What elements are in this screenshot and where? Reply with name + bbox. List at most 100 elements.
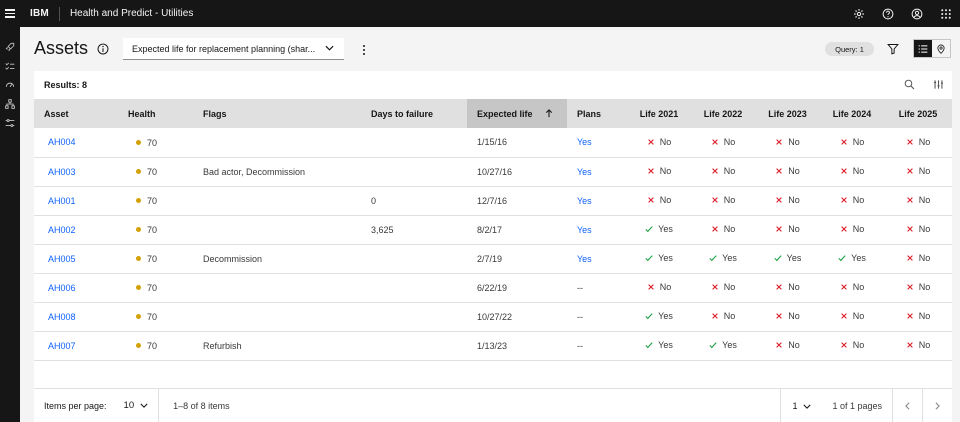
column-header[interactable]: Expected life xyxy=(467,99,567,128)
life-status: No xyxy=(711,195,735,205)
column-header[interactable]: Asset xyxy=(34,99,118,128)
close-icon xyxy=(906,168,913,174)
help-button[interactable] xyxy=(873,0,902,27)
plans-value[interactable]: Yes xyxy=(577,225,592,235)
life-status: No xyxy=(775,340,800,350)
plans-value[interactable]: Yes xyxy=(577,254,592,264)
sliders-icon[interactable] xyxy=(4,117,15,128)
life-status-label: No xyxy=(788,282,800,292)
items-per-page-label: Items per page: xyxy=(44,400,107,411)
asset-link[interactable]: AH007 xyxy=(44,341,76,351)
saved-view-dropdown[interactable]: Expected life for replacement planning (… xyxy=(123,38,344,60)
close-icon xyxy=(776,168,783,174)
life-status-label: No xyxy=(659,282,672,292)
close-icon xyxy=(840,138,847,145)
asset-link[interactable]: AH002 xyxy=(44,225,76,235)
life-status-label: No xyxy=(852,311,865,321)
plans-value[interactable]: Yes xyxy=(577,137,592,147)
brand-name[interactable]: IBM xyxy=(30,8,49,19)
assets-table-card: Results: 8 Asset Health Flags Days to failu… xyxy=(34,71,952,422)
life-status: No xyxy=(711,282,736,292)
table-row[interactable]: AH003 70 Bad actor, Decommission 10/27/16 Ye… xyxy=(34,157,952,187)
asset-link[interactable]: AH001 xyxy=(44,196,76,206)
close-icon xyxy=(840,226,847,232)
close-icon xyxy=(840,342,847,348)
asset-link[interactable]: AH005 xyxy=(44,254,76,264)
table-row[interactable]: AH007 70 Refurbish 1/13/23 -- Yes Yes No No No xyxy=(34,331,952,361)
overflow-menu-button[interactable] xyxy=(356,43,372,57)
previous-page-button[interactable] xyxy=(892,389,922,422)
life-status-label: No xyxy=(918,166,931,176)
sort-ascending-icon[interactable] xyxy=(545,109,553,118)
days-to-failure-cell: 3,625 xyxy=(361,215,467,245)
health-status-dot-icon xyxy=(136,314,141,320)
column-header[interactable]: Plans xyxy=(567,99,627,128)
life-status-label: No xyxy=(723,282,736,292)
column-header[interactable]: Life 2023 xyxy=(755,99,820,128)
results-count: Results: 8 xyxy=(44,80,88,90)
list-view-button[interactable] xyxy=(914,40,932,57)
life-status-label: Yes xyxy=(851,253,866,263)
location-pin-icon xyxy=(937,44,945,54)
settings-button[interactable] xyxy=(844,0,873,27)
column-header[interactable]: Days to failure xyxy=(361,99,467,128)
table-row[interactable]: AH004 70 1/15/16 Yes No No No No No xyxy=(34,128,952,158)
hamburger-menu-icon[interactable] xyxy=(0,0,20,27)
expected-life-cell: 1/15/16 xyxy=(467,128,567,158)
hierarchy-icon[interactable] xyxy=(4,98,15,109)
info-icon[interactable] xyxy=(97,43,109,55)
plans-value[interactable]: Yes xyxy=(577,167,592,177)
checklist-icon[interactable] xyxy=(4,60,15,71)
life-status-label: No xyxy=(918,282,931,292)
page-number-select[interactable]: 1 xyxy=(780,389,822,422)
chevron-down-icon xyxy=(325,45,334,51)
table-row[interactable]: AH002 70 3,625 8/2/17 Yes Yes No No No No xyxy=(34,215,952,245)
app-title: Health and Predict - Utilities xyxy=(69,8,194,19)
search-icon[interactable] xyxy=(904,79,915,90)
life-status: No xyxy=(840,137,864,147)
next-page-button[interactable] xyxy=(922,389,952,422)
health-value: 70 xyxy=(147,311,158,322)
asset-link[interactable]: AH006 xyxy=(44,283,76,293)
user-profile-button[interactable] xyxy=(902,0,931,27)
table-row[interactable]: AH008 70 10/27/22 -- Yes No No No No xyxy=(34,302,952,332)
map-view-button[interactable] xyxy=(932,40,950,57)
close-icon xyxy=(776,197,783,203)
items-per-page-select[interactable]: 10 xyxy=(124,400,149,411)
rocket-icon[interactable] xyxy=(4,41,15,52)
column-header[interactable]: Health xyxy=(118,99,193,128)
life-status-label: No xyxy=(659,136,672,147)
column-header[interactable]: Life 2024 xyxy=(820,99,884,128)
health-value: 70 xyxy=(147,282,158,293)
column-header[interactable]: Life 2022 xyxy=(691,99,755,128)
column-header[interactable]: Flags xyxy=(193,99,361,128)
life-status: No xyxy=(647,282,672,292)
close-icon xyxy=(711,226,718,232)
life-status-label: No xyxy=(788,340,800,350)
days-to-failure-cell xyxy=(361,128,467,158)
gauge-icon[interactable] xyxy=(4,79,15,90)
life-status-label: No xyxy=(788,136,800,147)
column-settings-icon[interactable] xyxy=(933,79,944,90)
checkmark-icon xyxy=(645,342,653,349)
table-row[interactable]: AH005 70 Decommission 2/7/19 Yes Yes Yes Yes Yes… xyxy=(34,244,952,274)
plans-value[interactable]: Yes xyxy=(577,196,592,206)
asset-link[interactable]: AH004 xyxy=(44,137,76,147)
plans-value: -- xyxy=(577,311,583,322)
health-value: 70 xyxy=(147,340,158,351)
column-header[interactable]: Life 2021 xyxy=(627,99,691,128)
filter-button[interactable] xyxy=(884,41,902,57)
health-value: 70 xyxy=(147,224,158,235)
table-row[interactable]: AH001 70 0 12/7/16 Yes No No No No No xyxy=(34,186,952,216)
life-status: No xyxy=(906,224,930,234)
app-switcher-button[interactable] xyxy=(931,0,960,27)
close-icon xyxy=(906,255,913,261)
query-tag[interactable]: Query: 1 xyxy=(825,42,874,56)
asset-link[interactable]: AH003 xyxy=(44,167,76,177)
expected-life-cell: 10/27/16 xyxy=(467,157,567,187)
asset-link[interactable]: AH008 xyxy=(44,312,76,322)
column-header[interactable]: Life 2025 xyxy=(884,99,952,128)
close-icon xyxy=(711,197,718,203)
column-header-label: Flags xyxy=(203,108,227,119)
table-row[interactable]: AH006 70 6/22/19 -- No No No No No xyxy=(34,273,952,303)
